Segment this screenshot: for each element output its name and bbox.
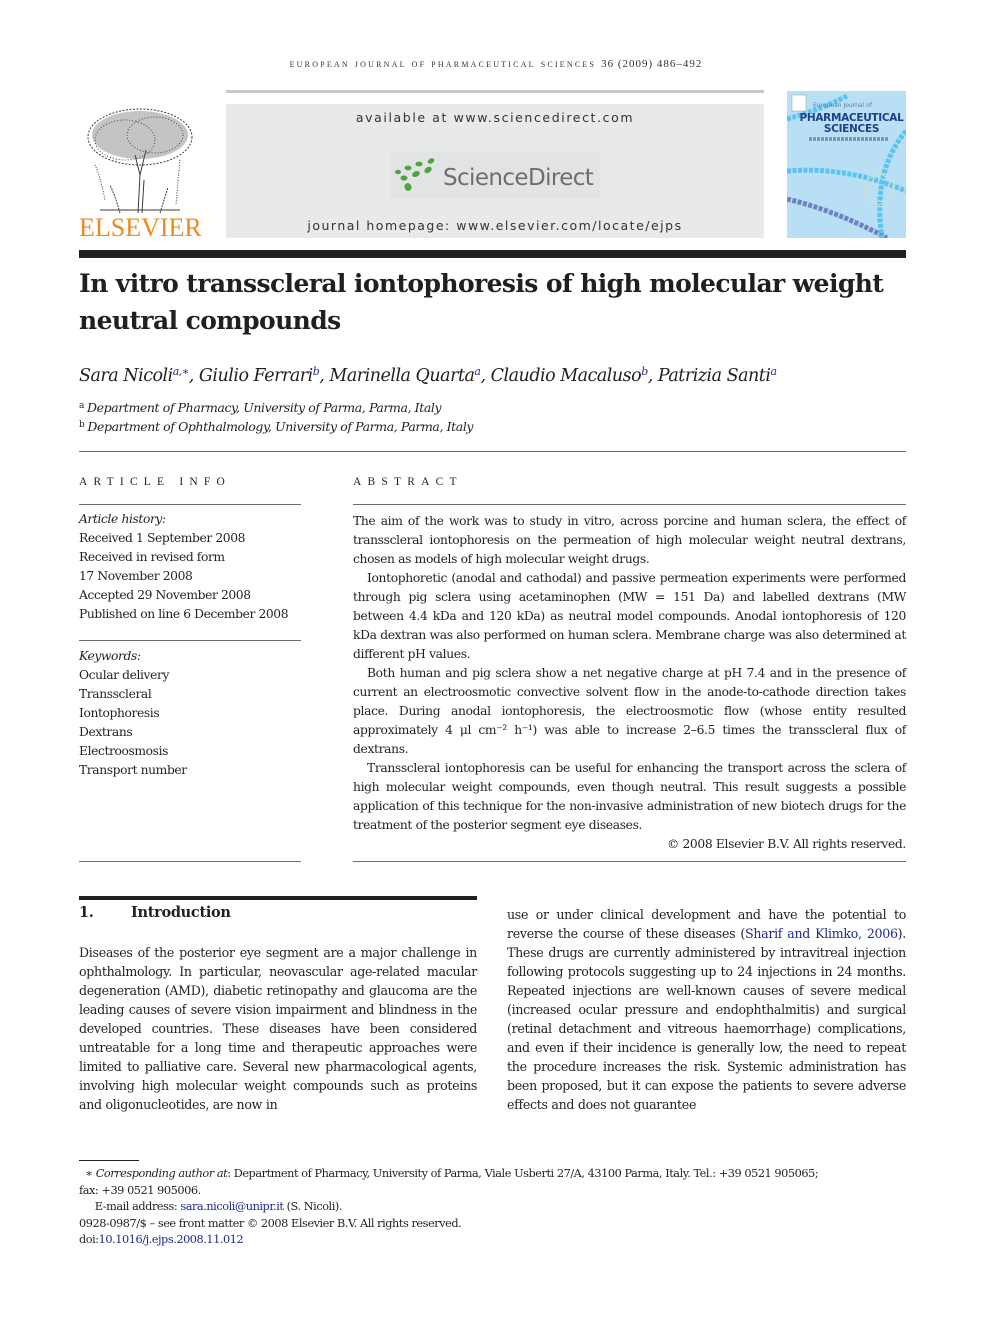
keyword[interactable]: Transscleral (79, 685, 304, 704)
affiliation-b: b Department of Ophthalmology, University… (79, 419, 473, 434)
affiliation-mark: b (79, 420, 85, 430)
author[interactable]: Patrizia Santia (658, 366, 777, 386)
cover-title: PHARMACEUTICAL SCIENCES (799, 113, 904, 135)
affiliation-mark: a (79, 401, 84, 411)
citation-link[interactable]: Sharif and Klimko, 2006 (745, 926, 898, 941)
elsevier-logo[interactable]: ELSEVIER (79, 215, 202, 241)
section-heading-introduction: 1. Introduction (79, 904, 231, 921)
article-history: Article history: Received 1 September 20… (79, 510, 304, 624)
body-paragraph: use or under clinical development and ha… (507, 905, 906, 1114)
affiliation-a: a Department of Pharmacy, University of P… (79, 400, 442, 415)
keyword[interactable]: Electroosmosis (79, 742, 304, 761)
keywords: Keywords: Ocular delivery Transscleral I… (79, 647, 304, 780)
abstract-body: The aim of the work was to study in vitr… (353, 512, 906, 854)
abstract-paragraph: The aim of the work was to study in vitr… (353, 514, 906, 566)
journal-name: European Journal of Pharmaceutical Scien… (289, 58, 597, 70)
masthead-bottom-rule (79, 250, 906, 258)
article-history-label: Article history: (79, 512, 166, 526)
elsevier-tree-logo-icon (87, 108, 193, 214)
author[interactable]: Marinella Quartaa (329, 366, 481, 386)
keyword[interactable]: Iontophoresis (79, 704, 304, 723)
affiliation-text: Department of Pharmacy, University of Pa… (86, 400, 442, 415)
affiliation-text: Department of Ophthalmology, University … (87, 419, 474, 434)
email-line: E-mail address: sara.nicoli@unipr.it (S.… (79, 1199, 909, 1216)
footnote-text: : Department of Pharmacy, University of … (227, 1167, 819, 1180)
author-separator: , (647, 366, 658, 386)
author-separator: , (480, 366, 491, 386)
front-matter-line: 0928-0987/$ – see front matter © 2008 El… (79, 1216, 462, 1230)
email-owner: (S. Nicoli). (283, 1200, 343, 1213)
history-item: Received 1 September 2008 (79, 531, 246, 545)
journal-cover-thumbnail[interactable]: European Journal of PHARMACEUTICAL SCIEN… (787, 91, 906, 238)
body-column-right: use or under clinical development and ha… (507, 905, 906, 1114)
keyword[interactable]: Transport number (79, 761, 304, 780)
footnote-mark: ∗ (85, 1167, 93, 1180)
article-info-rule (79, 504, 301, 505)
doi-line: doi:10.1016/j.ejps.2008.11.012 (79, 1232, 909, 1249)
body-paragraph: Diseases of the posterior eye segment ar… (79, 945, 477, 1112)
abstract-paragraph: Both human and pig sclera show a net neg… (353, 666, 906, 756)
body-column-left: Diseases of the posterior eye segment ar… (79, 943, 477, 1114)
abstract-copyright: © 2008 Elsevier B.V. All rights reserved… (666, 837, 906, 851)
keywords-rule (79, 640, 301, 641)
author-name: Giulio Ferrari (198, 366, 313, 386)
author-name: Patrizia Santi (657, 366, 771, 386)
history-item: 17 November 2008 (79, 569, 193, 583)
body-text: ). These drugs are currently administere… (507, 926, 906, 1112)
doi-link[interactable]: 10.1016/j.ejps.2008.11.012 (99, 1233, 244, 1246)
author-name: Claudio Macaluso (490, 366, 642, 386)
email-link[interactable]: sara.nicoli@unipr.it (180, 1200, 284, 1213)
article-info-bottom-rule (79, 861, 301, 862)
abstract-rule (353, 504, 906, 505)
doi-label: doi: (79, 1233, 99, 1246)
author-affiliation-mark[interactable]: a (770, 365, 777, 378)
corresponding-author-footnote: ∗ Corresponding author at: Department of… (79, 1166, 909, 1183)
sciencedirect-dots-icon (395, 158, 435, 191)
cover-title-line-2: SCIENCES (823, 123, 880, 135)
section-rule (79, 896, 477, 900)
masthead-top-rule (226, 90, 764, 93)
author-separator: , (319, 366, 330, 386)
section-number: 1. (79, 904, 94, 921)
abstract-heading: ABSTRACT (353, 476, 463, 488)
article-title: In vitro transscleral iontophoresis of h… (79, 269, 884, 335)
footnote-label: Corresponding author at (95, 1167, 228, 1180)
journal-homepage-link[interactable]: journal homepage: www.elsevier.com/locat… (226, 218, 764, 233)
abstract-paragraph: Transscleral iontophoresis can be useful… (353, 761, 906, 832)
fax-line: fax: +39 0521 905006. (79, 1183, 201, 1197)
running-header: European Journal of Pharmaceutical Scien… (0, 58, 992, 70)
cover-subtitle-text (809, 137, 889, 141)
header-divider (79, 451, 906, 452)
history-item: Published on line 6 December 2008 (79, 607, 289, 621)
author[interactable]: Sara Nicolia,∗ (79, 366, 189, 386)
sciencedirect-availability-link[interactable]: available at www.sciencedirect.com (226, 110, 764, 125)
footnote-rule (79, 1160, 139, 1161)
keyword[interactable]: Dextrans (79, 723, 304, 742)
footnotes: ∗ Corresponding author at: Department of… (79, 1166, 909, 1249)
cover-small-text: European Journal of (813, 102, 872, 109)
author-list: Sara Nicolia,∗, Giulio Ferrarib, Marinel… (79, 366, 909, 386)
abstract-paragraph: Iontophoretic (anodal and cathodal) and … (353, 571, 906, 661)
history-item: Accepted 29 November 2008 (79, 588, 251, 602)
author-separator: , (188, 366, 199, 386)
author[interactable]: Claudio Macalusob (490, 366, 649, 386)
author[interactable]: Giulio Ferrarib (198, 366, 320, 386)
history-item: Received in revised form (79, 550, 225, 564)
journal-citation: 36 (2009) 486–492 (601, 58, 703, 70)
abstract-bottom-rule (353, 861, 906, 862)
sciencedirect-logo-text: ScienceDirect (443, 165, 594, 191)
keyword[interactable]: Ocular delivery (79, 666, 304, 685)
article-info-heading: ARTICLE INFO (79, 476, 231, 488)
email-label: E-mail address: (94, 1200, 181, 1213)
section-title: Introduction (131, 904, 231, 921)
author-name: Sara Nicoli (79, 366, 173, 386)
keywords-label: Keywords: (79, 649, 141, 663)
author-name: Marinella Quarta (329, 366, 475, 386)
author-affiliation-mark[interactable]: a,∗ (173, 365, 190, 378)
